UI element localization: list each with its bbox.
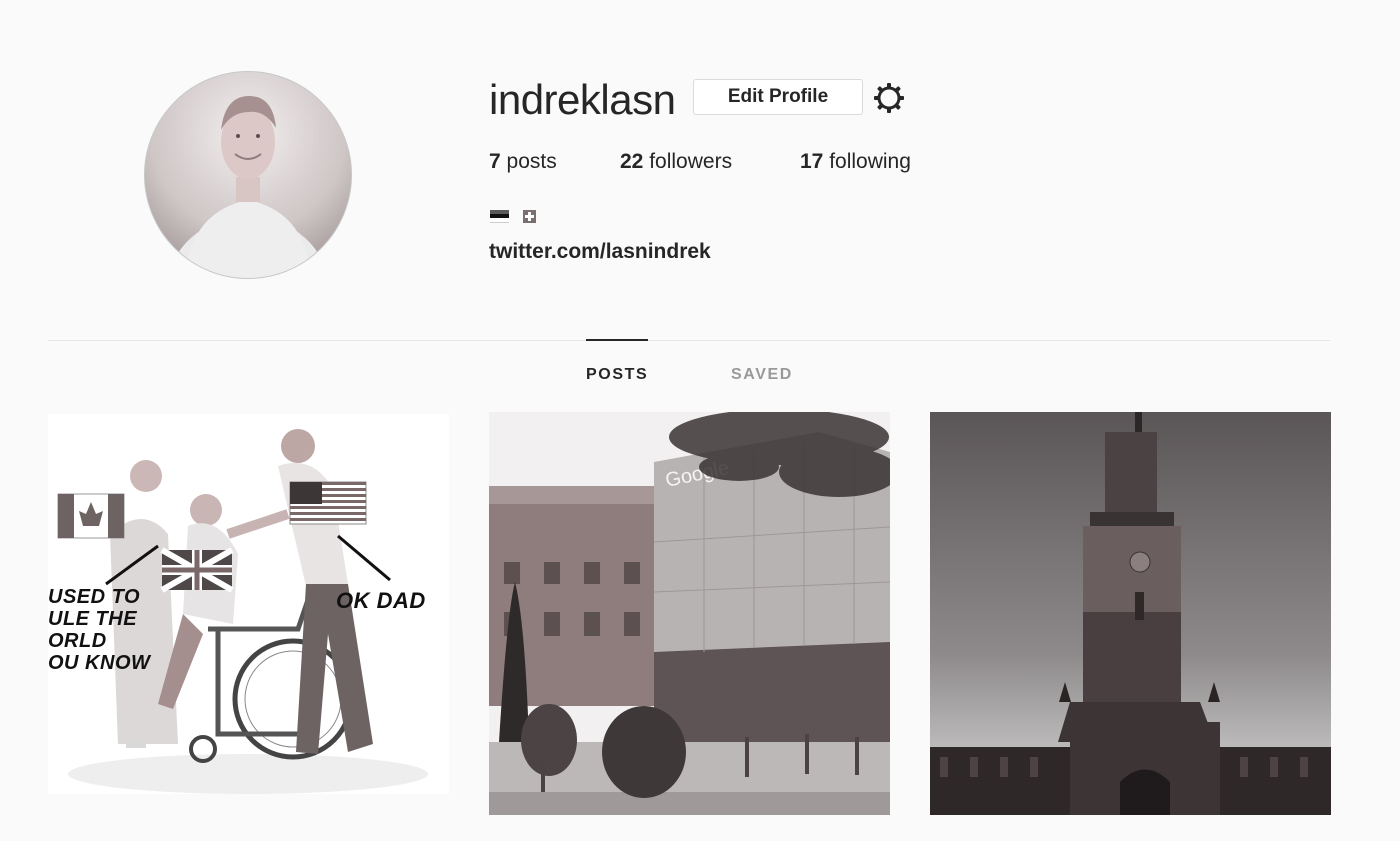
post-thumbnail-3[interactable] — [930, 412, 1331, 815]
profile-website-link[interactable]: twitter.com/lasnindrek — [489, 240, 711, 264]
following-count[interactable]: 17 following — [800, 150, 911, 174]
tab-saved[interactable]: SAVED — [731, 366, 793, 384]
estonia-flag-icon — [490, 210, 509, 223]
gear-icon[interactable] — [873, 82, 905, 114]
post-thumbnail-1[interactable]: USED TO ULE THE ORLD OU KNOW OK DAD — [48, 414, 449, 794]
username: indreklasn — [489, 76, 676, 123]
posts-count-label: posts — [506, 150, 557, 173]
tabs-divider — [48, 340, 1330, 341]
followers-count-value: 22 — [620, 150, 644, 173]
posts-count-value: 7 — [489, 150, 501, 173]
meme-caption-left: USED TO ULE THE ORLD OU KNOW — [48, 586, 151, 674]
tab-posts[interactable]: POSTS — [586, 366, 648, 384]
followers-count[interactable]: 22 followers — [620, 150, 732, 174]
edit-profile-button[interactable]: Edit Profile — [693, 79, 863, 115]
posts-count: 7 posts — [489, 150, 557, 174]
switzerland-flag-icon — [523, 210, 536, 223]
following-count-label: following — [829, 150, 911, 173]
profile-avatar[interactable] — [144, 71, 352, 279]
following-count-value: 17 — [800, 150, 824, 173]
active-tab-indicator — [586, 339, 648, 341]
post-thumbnail-2[interactable]: Google — [489, 412, 890, 815]
bio-flags — [490, 210, 536, 223]
followers-count-label: followers — [649, 150, 733, 173]
meme-caption-right: OK DAD — [336, 588, 426, 613]
